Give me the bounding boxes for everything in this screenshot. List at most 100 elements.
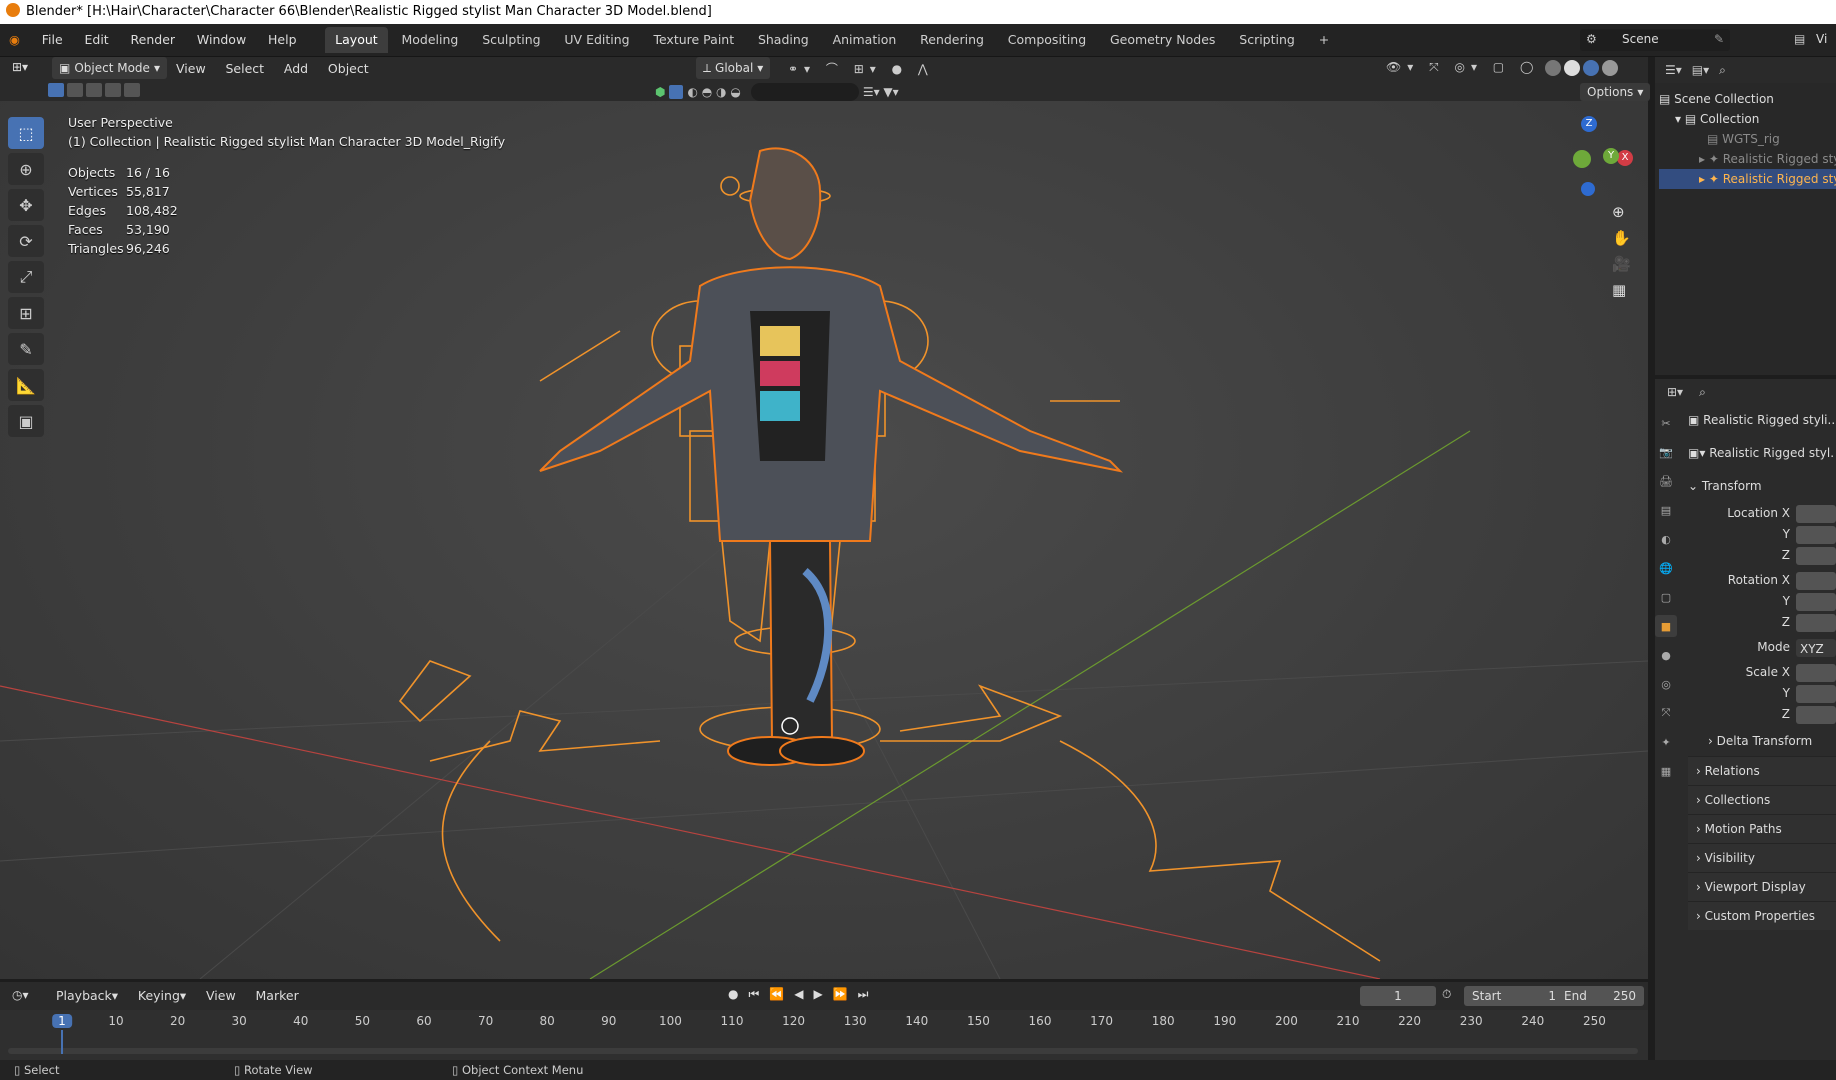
tab-texture-paint[interactable]: Texture Paint [643, 27, 744, 53]
pivot-snap-icons[interactable]: ⚭▾ ⌒ ⊞▾ ● ⋀ [788, 60, 934, 77]
transform-tool-icon[interactable]: ⊞ [8, 297, 44, 329]
visibility-overlay-icons[interactable]: 👁▾ ⤧ ◎▾ ▢ ◯ [1386, 60, 1539, 75]
filter-icon[interactable]: ☰▾ ▼▾ [863, 85, 899, 99]
outliner-editor-icon[interactable]: ☰▾ [1665, 63, 1682, 77]
tab-sculpting[interactable]: Sculpting [472, 27, 550, 53]
rotation-x-row[interactable]: Rotation X [1688, 570, 1836, 591]
properties-search-icon[interactable]: ⌕ [1699, 385, 1706, 400]
tab-animation[interactable]: Animation [823, 27, 907, 53]
menu-marker[interactable]: Marker [248, 988, 307, 1003]
delta-transform-header[interactable]: › Delta Transform [1688, 731, 1836, 752]
gizmo-z-axis[interactable]: Z [1581, 116, 1597, 132]
cursor-tool-icon[interactable]: ⊕ [8, 153, 44, 185]
menu-timeline-view[interactable]: View [198, 988, 244, 1003]
navigation-gizmo[interactable]: Z X Y [1555, 112, 1635, 202]
scale-x-row[interactable]: Scale X [1688, 662, 1836, 683]
gizmo-neg-y[interactable] [1573, 150, 1591, 168]
outliner-search-icon[interactable]: ⌕ [1719, 63, 1726, 78]
tab-geometry-nodes[interactable]: Geometry Nodes [1100, 27, 1225, 53]
transform-orientation-dropdown[interactable]: ⟂ Global ▾ [696, 57, 771, 79]
scene-properties-icon[interactable]: ◐ [1655, 528, 1677, 550]
rendered-shading-icon[interactable] [1602, 60, 1618, 76]
collection-properties-icon[interactable]: ▢ [1655, 586, 1677, 608]
select-intersect-icon[interactable] [124, 83, 140, 97]
physics-properties-icon[interactable]: ◎ [1655, 673, 1677, 695]
wireframe-shading-icon[interactable] [1545, 60, 1561, 76]
ortho-grid-icon[interactable]: ▦ [1612, 281, 1631, 299]
outliner-item-wgts-rig[interactable]: ▤ WGTS_rig [1659, 129, 1836, 149]
gizmo-y-axis[interactable]: Y [1603, 148, 1619, 164]
relations-panel-header[interactable]: › Relations [1688, 756, 1836, 785]
location-x-field[interactable] [1796, 504, 1836, 523]
outliner-item-armature[interactable]: ▸ ✦ Realistic Rigged sty [1659, 149, 1836, 169]
view-layer-selector[interactable]: ▤ Vi [1790, 29, 1836, 51]
menu-help[interactable]: Help [259, 24, 306, 56]
play-icon[interactable]: ▶ [813, 987, 822, 1002]
viewport-shading-icons[interactable]: ◐ ◓ ◑ ◒ [687, 85, 740, 99]
menu-object[interactable]: Object [320, 61, 377, 76]
menu-edit[interactable]: Edit [76, 24, 118, 56]
data-properties-icon[interactable]: ✦ [1655, 731, 1677, 753]
annotate-tool-icon[interactable]: ✎ [8, 333, 44, 365]
location-y-field[interactable] [1796, 525, 1836, 544]
jump-start-icon[interactable]: ⏮ [748, 987, 759, 1002]
zoom-icon[interactable]: ⊕ [1612, 203, 1631, 221]
render-properties-icon[interactable]: 📷 [1655, 441, 1677, 463]
rotation-mode-dropdown[interactable]: XYZ [1796, 638, 1836, 657]
scale-z-row[interactable]: Z [1688, 704, 1836, 725]
tab-uv-editing[interactable]: UV Editing [554, 27, 639, 53]
tool-properties-icon[interactable]: ✂ [1655, 412, 1677, 434]
location-x-row[interactable]: Location X [1688, 503, 1836, 524]
preview-range-icon[interactable]: ⏱ [1442, 987, 1451, 1002]
object-data-selector[interactable]: ▣▾ Realistic Rigged styl. [1688, 443, 1836, 464]
rotation-y-row[interactable]: Y [1688, 591, 1836, 612]
output-properties-icon[interactable]: 🖨 [1655, 470, 1677, 492]
world-properties-icon[interactable]: 🌐 [1655, 557, 1677, 579]
display-mode-icon[interactable]: ▤▾ [1692, 63, 1709, 77]
measure-tool-icon[interactable]: 📐 [8, 369, 44, 401]
rotation-z-row[interactable]: Z [1688, 612, 1836, 633]
record-icon[interactable]: ● [728, 987, 738, 1002]
tab-rendering[interactable]: Rendering [910, 27, 994, 53]
outliner-item-selected[interactable]: ▸ ✦ Realistic Rigged sty [1659, 169, 1836, 189]
custom-properties-panel-header[interactable]: › Custom Properties [1688, 901, 1836, 930]
texture-properties-icon[interactable]: ▦ [1655, 760, 1677, 782]
timeline-area[interactable]: 1 10 20 30 40 50 60 70 80 90 100 110 120 130 140 150 160… [0, 1010, 1648, 1060]
move-tool-icon[interactable]: ✥ [8, 189, 44, 221]
menu-file[interactable]: File [33, 24, 72, 56]
outliner-collection[interactable]: ▾ ▤ Collection [1659, 109, 1836, 129]
menu-add[interactable]: Add [276, 61, 316, 76]
location-z-row[interactable]: Z [1688, 545, 1836, 566]
viewport-search-input[interactable] [750, 83, 859, 101]
next-keyframe-icon[interactable]: ⏩ [833, 987, 848, 1002]
scale-y-row[interactable]: Y [1688, 683, 1836, 704]
modifier-properties-icon[interactable]: ● [1655, 644, 1677, 666]
select-extend-icon[interactable] [67, 83, 83, 97]
camera-view-icon[interactable]: 🎥 [1612, 255, 1631, 273]
select-invert-icon[interactable] [105, 83, 121, 97]
gizmo-neg-z[interactable] [1581, 182, 1595, 196]
play-reverse-icon[interactable]: ◀ [794, 987, 803, 1002]
rotate-tool-icon[interactable]: ⟳ [8, 225, 44, 257]
viewport-display-panel-header[interactable]: › Viewport Display [1688, 872, 1836, 901]
select-new-icon[interactable] [48, 83, 64, 97]
transform-panel-header[interactable]: ⌄ Transform [1688, 476, 1836, 497]
constraint-properties-icon[interactable]: ⤧ [1655, 702, 1677, 724]
scale-y-field[interactable] [1796, 684, 1836, 703]
menu-view[interactable]: View [168, 61, 214, 76]
pan-hand-icon[interactable]: ✋ [1612, 229, 1631, 247]
prev-keyframe-icon[interactable]: ⏪ [769, 987, 784, 1002]
tab-modeling[interactable]: Modeling [392, 27, 469, 53]
menu-keying[interactable]: Keying▾ [130, 988, 194, 1003]
mode-dropdown[interactable]: ▣ Object Mode ▾ [52, 57, 167, 79]
properties-editor-icon[interactable]: ⊞▾ [1667, 385, 1683, 399]
select-box-icon[interactable] [669, 85, 684, 99]
menu-select[interactable]: Select [218, 61, 273, 76]
tab-shading[interactable]: Shading [748, 27, 819, 53]
blender-menu-icon[interactable]: ◉ [0, 24, 29, 56]
object-types-icon[interactable]: ⬢ [655, 85, 665, 99]
pin-icon[interactable]: ✎ [1714, 32, 1724, 46]
jump-end-icon[interactable]: ⏭ [858, 987, 869, 1002]
object-properties-icon[interactable]: ■ [1655, 615, 1677, 637]
view-layer-properties-icon[interactable]: ▤ [1655, 499, 1677, 521]
